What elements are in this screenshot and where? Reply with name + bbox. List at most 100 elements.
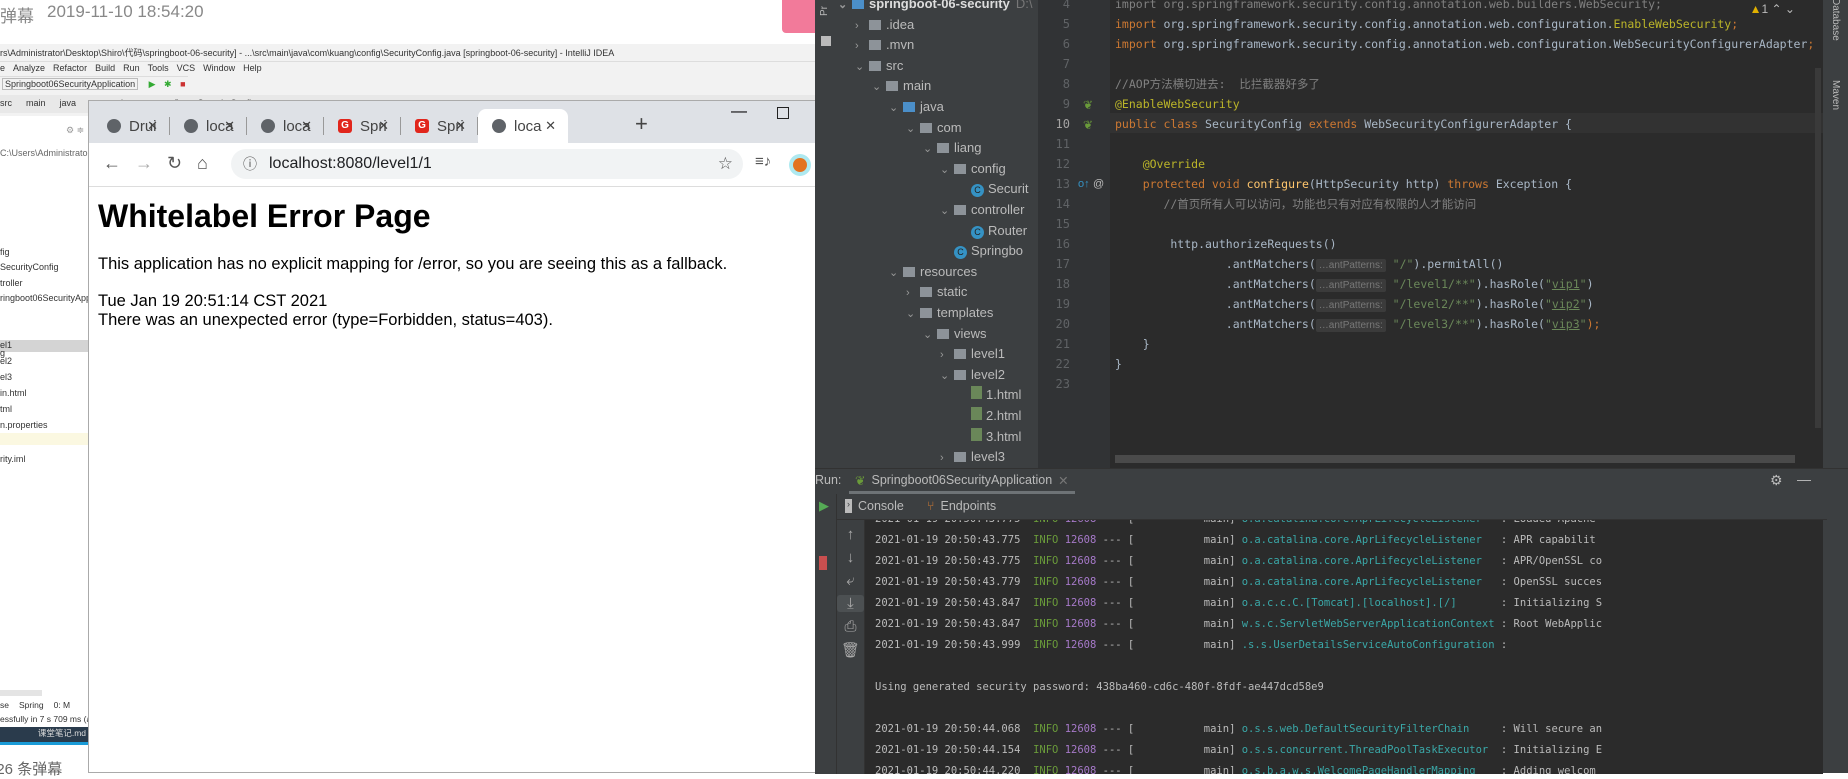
close-tab-icon[interactable]: ✕ <box>301 118 312 134</box>
tree-item-views[interactable]: ⌄views <box>923 324 987 344</box>
tree-item-liang[interactable]: ⌄liang <box>923 138 981 158</box>
debug-icon[interactable]: ✱ <box>164 79 172 89</box>
chevron-down-icon[interactable]: ⌄ <box>923 139 937 159</box>
tree-item-controller[interactable]: ⌄controller <box>940 200 1024 220</box>
menu-item-7[interactable]: Window <box>203 63 235 73</box>
browser-tab[interactable]: GSpri✕ <box>324 109 401 143</box>
hide-panel-icon[interactable]: — <box>1797 471 1811 487</box>
tree-item-static[interactable]: ›static <box>906 282 967 302</box>
scroll-to-end-icon[interactable]: ⤓ <box>837 595 864 612</box>
avatar[interactable] <box>789 154 811 176</box>
bottom-tab[interactable]: se <box>0 700 9 710</box>
tree-item-main[interactable]: ⌄main <box>872 76 931 96</box>
database-tab[interactable]: Database <box>1830 0 1841 46</box>
reload-icon[interactable]: ↻ <box>167 153 182 174</box>
tree-item-3html[interactable]: 3.html <box>957 427 1021 447</box>
maven-tab[interactable]: Maven <box>1830 80 1841 110</box>
tree-item-springboot06security[interactable]: ⌄springboot-06-securityD:\ <box>838 0 1032 14</box>
chevron-down-icon[interactable]: ⌄ <box>940 366 954 386</box>
soft-wrap-icon[interactable]: ⤶ <box>837 572 864 589</box>
print-icon[interactable]: ⎙ <box>837 618 864 635</box>
home-icon[interactable]: ⌂ <box>197 153 208 174</box>
run-icon[interactable]: ▶ <box>149 79 156 89</box>
breadcrumb-item[interactable]: java <box>60 98 77 108</box>
tree-item[interactable]: SecurityConfig <box>0 262 59 272</box>
override-icon[interactable]: o↑ <box>1078 178 1090 190</box>
tree-item[interactable]: tml <box>0 404 12 414</box>
menu-item-3[interactable]: Build <box>95 63 115 73</box>
stop-icon[interactable] <box>819 556 827 570</box>
bottom-tab[interactable]: Spring <box>19 700 44 710</box>
up-arrow-icon[interactable]: ↑ <box>837 526 864 543</box>
close-tab-icon[interactable]: ✕ <box>224 118 235 134</box>
close-tab-icon[interactable]: ✕ <box>1058 473 1068 488</box>
tree-item[interactable]: rity.iml <box>0 454 25 464</box>
browser-tab[interactable]: loca✕ <box>170 109 247 143</box>
code-editor[interactable]: import org.springframework.security.conf… <box>1110 0 1823 468</box>
chevron-down-icon[interactable]: ⌄ <box>889 263 903 283</box>
tree-item-java[interactable]: ⌄java <box>889 97 944 117</box>
tree-item[interactable]: in.html <box>0 388 27 398</box>
tree-item-level2[interactable]: ⌄level2 <box>940 365 1005 385</box>
chevron-down-icon[interactable]: ⌄ <box>838 0 852 15</box>
tree-item[interactable]: fig <box>0 247 10 257</box>
bottom-tab[interactable]: 0: M <box>54 700 71 710</box>
chevron-down-icon[interactable]: ⌄ <box>940 201 954 221</box>
run-config-tab[interactable]: ❦ Springboot06SecurityApplication ✕ <box>849 469 1075 494</box>
tree-item-springbo[interactable]: CSpringbo <box>940 241 1023 261</box>
url-text[interactable]: localhost:8080/level1/1 <box>269 155 432 172</box>
chevron-down-icon[interactable]: ⌄ <box>855 57 869 77</box>
menu-item-2[interactable]: Refactor <box>53 63 87 73</box>
chevron-down-icon[interactable]: ⌄ <box>940 160 954 180</box>
stop-icon[interactable]: ■ <box>180 79 185 89</box>
console-tab[interactable]: ›Console <box>845 499 904 513</box>
tree-item-com[interactable]: ⌄com <box>906 118 962 138</box>
structure-icon[interactable] <box>821 36 831 46</box>
tree-item-2html[interactable]: 2.html <box>957 406 1021 426</box>
at-icon[interactable]: @ <box>1093 178 1104 190</box>
endpoints-tab[interactable]: ⑂Endpoints <box>927 499 996 513</box>
address-bar[interactable]: ⓘ localhost:8080/level1/1 ☆ <box>231 149 743 179</box>
chevron-down-icon[interactable]: ⌄ <box>872 77 886 97</box>
chevron-down-icon[interactable]: ⌄ <box>889 98 903 118</box>
spring-bean-icon[interactable]: ❦ <box>1083 98 1093 112</box>
tree-item-level1[interactable]: ›level1 <box>940 344 1005 364</box>
chevron-down-icon[interactable]: ⌄ <box>906 304 920 324</box>
tree-item-templates[interactable]: ⌄templates <box>906 303 993 323</box>
close-tab-icon[interactable]: ✕ <box>147 118 158 134</box>
menu-item-8[interactable]: Help <box>243 63 262 73</box>
taskbar-item[interactable]: 课堂笔记.md <box>0 727 88 745</box>
breadcrumb-item[interactable]: src <box>0 98 12 108</box>
chevron-right-icon[interactable]: › <box>940 448 954 468</box>
settings-gear-icon[interactable]: ⚙ <box>1770 472 1783 489</box>
chevron-right-icon[interactable]: › <box>906 283 920 303</box>
menu-item-4[interactable]: Run <box>123 63 140 73</box>
browser-tab[interactable]: loca✕ <box>247 109 324 143</box>
chevron-down-icon[interactable]: ⌄ <box>906 119 920 139</box>
tree-item-src[interactable]: ⌄src <box>855 56 903 76</box>
project-tab[interactable]: Pr <box>819 6 830 16</box>
run-config-select[interactable]: Springboot06SecurityApplication <box>2 78 138 90</box>
close-tab-icon[interactable]: ✕ <box>455 118 466 134</box>
forward-icon[interactable]: → <box>135 153 153 174</box>
down-arrow-icon[interactable]: ↓ <box>837 549 864 566</box>
breadcrumb-item[interactable]: main <box>26 98 46 108</box>
chevron-down-icon[interactable]: ⌄ <box>923 325 937 345</box>
menu-item-1[interactable]: Analyze <box>13 63 45 73</box>
spring-config-icon[interactable]: ❦ <box>1083 118 1093 132</box>
vertical-scrollbar[interactable] <box>1815 68 1821 428</box>
tree-item[interactable]: el1 <box>0 340 12 350</box>
close-tab-icon[interactable]: ✕ <box>545 118 556 134</box>
trash-icon[interactable]: 🗑 <box>837 641 864 659</box>
chevron-right-icon[interactable]: › <box>855 36 869 56</box>
close-tab-icon[interactable]: ✕ <box>378 118 389 134</box>
tree-item[interactable]: ringboot06SecurityAppli <box>0 293 95 303</box>
tree-item[interactable]: n.properties <box>0 420 48 430</box>
browser-tab[interactable]: GSpri✕ <box>401 109 478 143</box>
minimize-button[interactable]: — <box>731 103 747 121</box>
rerun-icon[interactable]: ▶ <box>819 498 829 514</box>
tree-item[interactable]: el3 <box>0 372 12 382</box>
tree-item-config[interactable]: ⌄config <box>940 159 1006 179</box>
bookmark-star-icon[interactable]: ☆ <box>718 149 733 179</box>
back-icon[interactable]: ← <box>103 153 121 174</box>
